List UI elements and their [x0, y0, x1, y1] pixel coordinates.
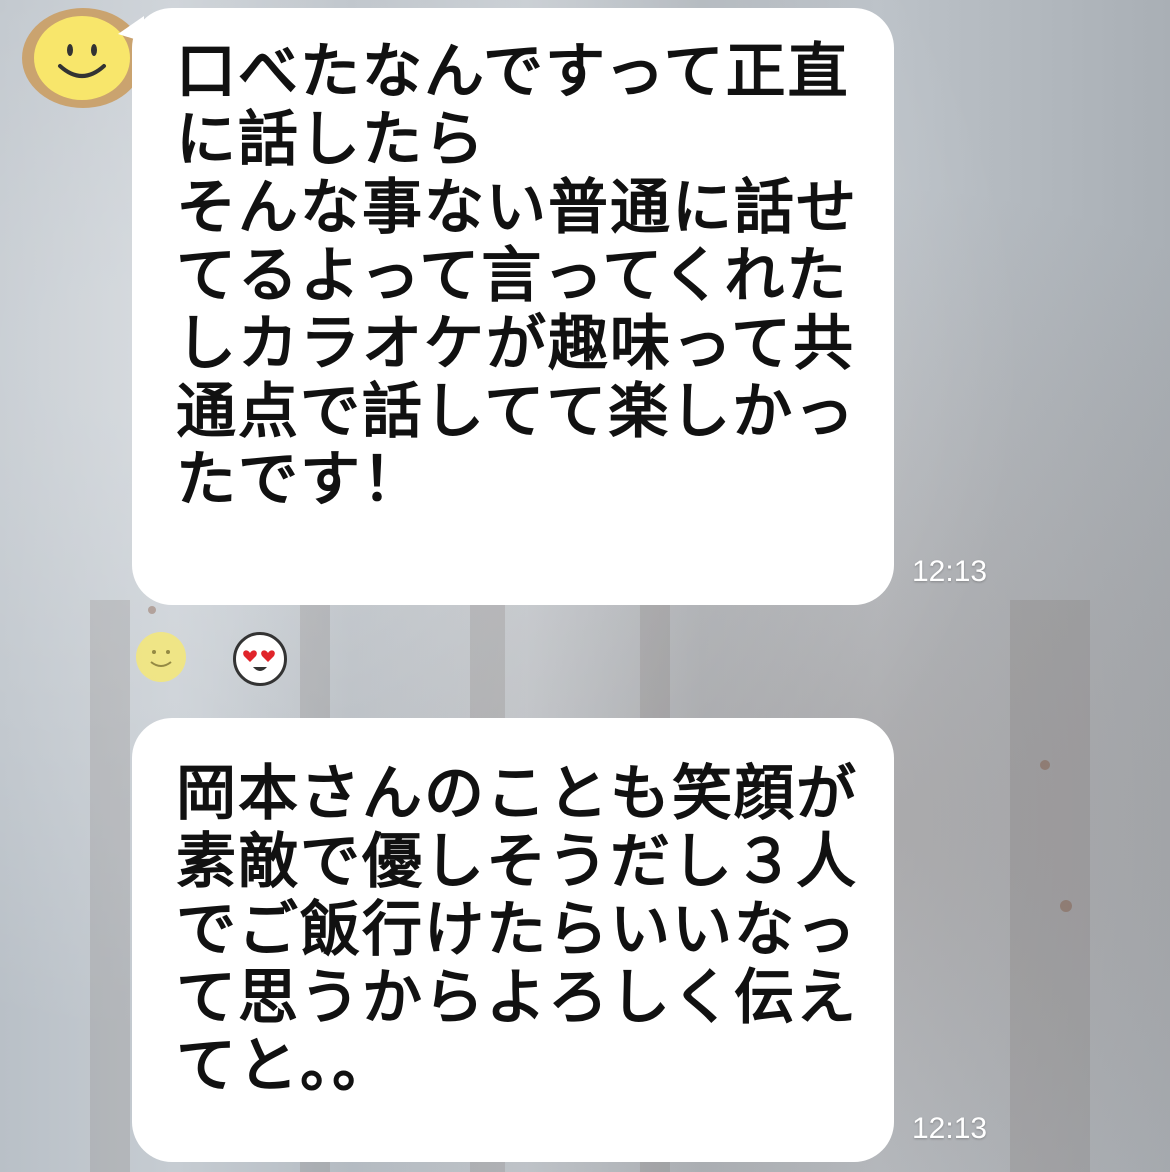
background-stripe: [1010, 600, 1090, 1172]
background-speck: [1060, 900, 1072, 912]
smiley-face-icon: [34, 16, 130, 100]
message-text-line: そんな事ない普通に話せ: [176, 173, 858, 243]
message-text-line: 岡本さんのことも笑顔が: [176, 759, 858, 829]
message-bubble[interactable]: 岡本さんのことも笑顔が 素敵で優しそうだし３人 でご飯行けたらいいなっ て思うか…: [132, 718, 894, 1162]
heart-eyes-emoji-icon[interactable]: [233, 632, 287, 686]
message-bubble[interactable]: 口べたなんですって正直 に話したら そんな事ない普通に話せ てるよって言ってくれ…: [132, 8, 894, 605]
message-text-line: て思うからよろしく伝え: [176, 963, 858, 1033]
message-timestamp: 12:13: [912, 1112, 988, 1145]
message-text-line: てと。。: [176, 1031, 394, 1101]
message-text-line: 素敵で優しそうだし３人: [176, 827, 858, 897]
message-text-line: でご飯行けたらいいなっ: [176, 895, 858, 965]
message-text-line: てるよって言ってくれた: [176, 241, 849, 311]
message-text-line: たです！: [176, 445, 424, 515]
background-speck: [1040, 760, 1050, 770]
background-stripe: [90, 600, 130, 1172]
message-text-line: 口べたなんですって正直: [176, 37, 850, 107]
smile-emoji-icon[interactable]: [136, 632, 186, 682]
message-timestamp: 12:13: [912, 555, 988, 588]
message-text-line: に話したら: [176, 105, 486, 175]
message-text-line: しカラオケが趣味って共: [176, 309, 855, 379]
message-text-line: 通点で話してて楽しかっ: [176, 377, 857, 447]
background-speck: [148, 606, 156, 614]
